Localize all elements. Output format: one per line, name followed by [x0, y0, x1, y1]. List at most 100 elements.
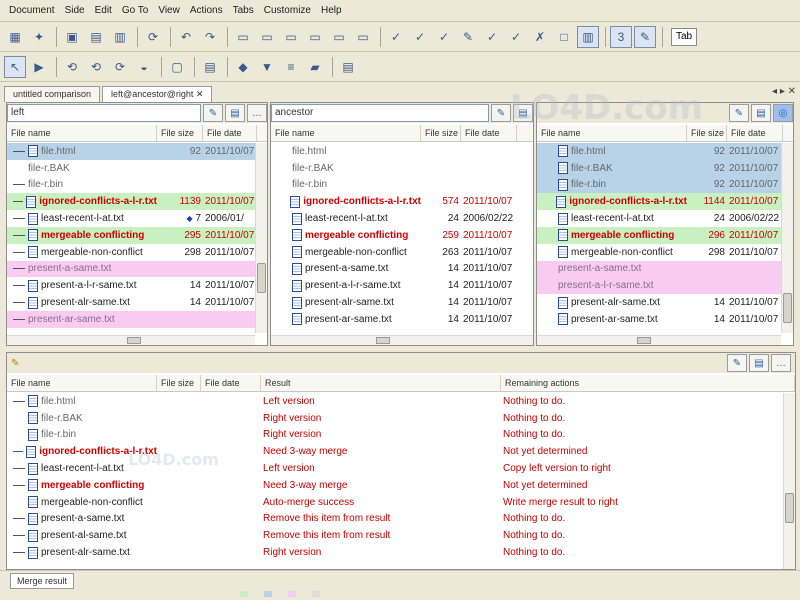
file-row[interactable]: present-a-same.txt: [7, 260, 267, 278]
file-row[interactable]: file-r.bin: [271, 176, 533, 194]
folder-icon[interactable]: ▰: [304, 56, 326, 78]
tab-three-way-merge[interactable]: left@ancestor@right ✕: [102, 86, 213, 102]
file-row[interactable]: mergeable-non-conflict 298 2011/10/07: [537, 243, 793, 261]
accept-merged-button[interactable]: ✓: [505, 26, 527, 48]
file-row[interactable]: present-a-l-r-same.txt 14 2011/10/07: [271, 277, 533, 295]
merge-left-button[interactable]: ▭: [304, 26, 326, 48]
print-button[interactable]: ▥: [109, 26, 131, 48]
file-row[interactable]: file.html: [271, 143, 533, 160]
select-region-button[interactable]: ▶: [28, 56, 50, 78]
menu-help[interactable]: Help: [316, 1, 347, 21]
file-row[interactable]: present-alr-same.txt 14 2011/10/07: [271, 294, 533, 311]
filter-clear-button[interactable]: ≡: [280, 56, 302, 78]
merge-row[interactable]: present-a-same.txt Remove this item from …: [7, 511, 781, 528]
merge-row[interactable]: ignored-conflicts-a-l-r.txt Need 3-way me…: [7, 443, 781, 460]
car-icon[interactable]: ◒: [133, 56, 155, 78]
sync-left-button[interactable]: ⟲: [85, 56, 107, 78]
menu-go-to[interactable]: Go To: [117, 1, 154, 21]
file-row[interactable]: present-alr-same.txt 14 2011/10/07: [537, 294, 793, 311]
sync-button[interactable]: ⟲: [61, 56, 83, 78]
scroll-thumb[interactable]: [783, 293, 792, 323]
open-folder-icon[interactable]: ▤: [749, 354, 769, 372]
merge-row[interactable]: file.html Left version Nothing to do.: [7, 393, 781, 410]
col-file-date[interactable]: File date: [461, 125, 517, 141]
menu-side[interactable]: Side: [60, 1, 90, 21]
merge-button[interactable]: ▭: [280, 26, 302, 48]
file-row[interactable]: least-recent-l-at.txt 24 2006/02/22: [271, 210, 533, 227]
document-options-button[interactable]: ▤: [337, 56, 359, 78]
file-row[interactable]: ignored-conflicts-a-l-r.txt 1144 2011/10/0…: [537, 193, 793, 211]
accept-button[interactable]: ✓: [385, 26, 407, 48]
copy-right-button[interactable]: ▭: [256, 26, 278, 48]
tab-field[interactable]: Tab: [671, 27, 698, 46]
right-hscroll[interactable]: [537, 335, 781, 345]
file-row[interactable]: file.html 92 2011/10/07: [7, 143, 267, 160]
new-comparison-button[interactable]: ▦: [4, 26, 26, 48]
accept-left-button[interactable]: ✓: [409, 26, 431, 48]
right-vscroll[interactable]: [781, 143, 793, 333]
menu-edit[interactable]: Edit: [90, 1, 117, 21]
notes-button[interactable]: ✎: [634, 25, 656, 48]
copy-left-button[interactable]: ▭: [232, 26, 254, 48]
delete-button[interactable]: ▭: [352, 26, 374, 48]
merge-result-tab[interactable]: Merge result: [10, 573, 75, 589]
col-file-name[interactable]: File name: [7, 125, 157, 141]
file-row[interactable]: mergeable-non-conflict 298 2011/10/07: [7, 243, 267, 261]
save-button[interactable]: ▣: [61, 26, 83, 48]
merge-right-button[interactable]: ▭: [328, 26, 350, 48]
pin-icon[interactable]: ✎: [11, 358, 19, 369]
file-row[interactable]: ignored-conflicts-a-l-r.txt 574 2011/10/07: [271, 193, 533, 211]
three-way-button[interactable]: 3: [610, 25, 632, 48]
merge-row[interactable]: present-alr-same.txt Right version Nothing…: [7, 544, 781, 561]
col-file-size[interactable]: File size: [687, 125, 727, 141]
file-row[interactable]: present-a-same.txt: [537, 260, 793, 278]
col-remaining-actions[interactable]: Remaining actions: [501, 375, 795, 391]
merge-row[interactable]: mergeable-non-conflict Auto-merge success…: [7, 494, 781, 511]
ancestor-path-input[interactable]: ancestor: [271, 104, 489, 122]
blank-button[interactable]: □: [553, 26, 575, 48]
preview-button[interactable]: ▢: [166, 56, 188, 78]
columns-view-button[interactable]: ▥: [577, 25, 599, 48]
ancestor-hscroll[interactable]: [271, 335, 533, 345]
more-options-icon[interactable]: …: [771, 354, 791, 372]
left-vscroll[interactable]: [255, 143, 267, 333]
reject-button[interactable]: ✗: [529, 26, 551, 48]
open-folder-icon[interactable]: ▤: [225, 104, 245, 122]
scroll-thumb[interactable]: [637, 337, 651, 344]
undo-button[interactable]: ↶: [175, 26, 197, 48]
browse-icon[interactable]: ✎: [491, 104, 511, 122]
file-row[interactable]: present-a-l-r-same.txt 14 2011/10/07: [7, 277, 267, 295]
col-file-size[interactable]: File size: [421, 125, 461, 141]
merge-row[interactable]: mergeable conflicting Need 3-way merge Not…: [7, 477, 781, 494]
col-result[interactable]: Result: [261, 375, 501, 391]
merge-row[interactable]: file-r.BAK Right version Nothing to do.: [7, 410, 781, 427]
menu-actions[interactable]: Actions: [185, 1, 228, 21]
file-row[interactable]: file-r.BAK: [7, 159, 267, 177]
scroll-thumb[interactable]: [376, 337, 390, 344]
save-all-button[interactable]: ▤: [85, 26, 107, 48]
file-row[interactable]: mergeable-non-conflict 263 2011/10/07: [271, 243, 533, 261]
file-row[interactable]: present-a-l-r-same.txt: [537, 277, 793, 295]
merge-row[interactable]: file-r.bin Right version Nothing to do.: [7, 427, 781, 444]
browse-icon[interactable]: ✎: [203, 104, 223, 122]
scroll-thumb[interactable]: [257, 263, 266, 293]
col-file-size[interactable]: File size: [157, 375, 201, 391]
file-row[interactable]: mergeable conflicting 296 2011/10/07: [537, 226, 793, 244]
file-row[interactable]: file-r.BAK 92 2011/10/07: [537, 159, 793, 177]
col-file-date[interactable]: File date: [727, 125, 783, 141]
refresh-button[interactable]: ⟳: [142, 26, 164, 48]
browse-icon[interactable]: ✎: [729, 104, 749, 122]
left-hscroll[interactable]: [7, 335, 255, 345]
accept-all-button[interactable]: ✓: [481, 26, 503, 48]
close-icon[interactable]: ✕: [196, 89, 204, 99]
report-button[interactable]: ▤: [199, 56, 221, 78]
file-row[interactable]: mergeable conflicting 295 2011/10/07: [7, 226, 267, 244]
file-row[interactable]: present-alr-same.txt 14 2011/10/07: [7, 294, 267, 311]
col-file-date[interactable]: File date: [203, 125, 257, 141]
menu-customize[interactable]: Customize: [259, 1, 316, 21]
tab-untitled-comparison[interactable]: untitled comparison: [4, 86, 101, 102]
file-row[interactable]: present-ar-same.txt: [7, 310, 267, 328]
file-row[interactable]: ignored-conflicts-a-l-r.txt 1139 2011/10/0…: [7, 193, 267, 211]
col-file-name[interactable]: File name: [271, 125, 421, 141]
merge-row[interactable]: present-al-same.txt Remove this item from…: [7, 527, 781, 544]
